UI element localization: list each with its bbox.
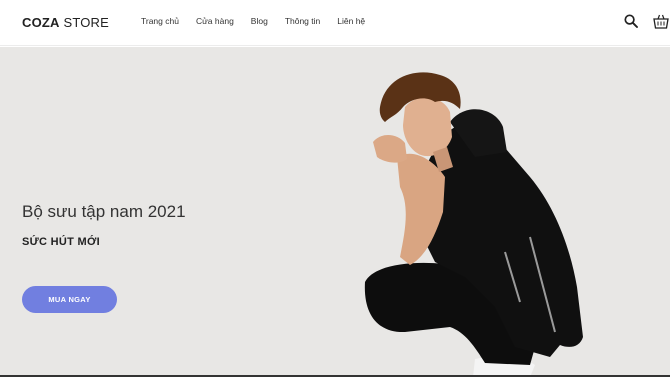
search-icon[interactable]	[624, 14, 638, 28]
hero-model-image	[364, 72, 583, 377]
shop-now-button[interactable]: MUA NGAY	[22, 286, 117, 313]
nav-item-about[interactable]: Thông tin	[285, 16, 320, 26]
cart-icon[interactable]	[653, 13, 669, 29]
nav-item-blog[interactable]: Blog	[251, 16, 268, 26]
nav-item-home[interactable]: Trang chủ	[141, 16, 179, 26]
nav-item-shop[interactable]: Cửa hàng	[196, 16, 234, 26]
hero-banner: Bộ sưu tập nam 2021 SỨC HÚT MỚI MUA NGAY	[0, 47, 670, 377]
logo-light-text: STORE	[59, 15, 110, 30]
site-header: COZA STORE Trang chủ Cửa hàng Blog Thông…	[0, 0, 670, 46]
logo-bold-text: COZA	[22, 15, 60, 30]
main-nav: Trang chủ Cửa hàng Blog Thông tin Liên h…	[141, 16, 382, 26]
nav-item-contact[interactable]: Liên hệ	[337, 16, 365, 26]
site-logo[interactable]: COZA STORE	[22, 15, 109, 30]
hero-title: Bộ sưu tập nam 2021	[22, 202, 186, 221]
hero-subtitle: SỨC HÚT MỚI	[22, 236, 101, 248]
